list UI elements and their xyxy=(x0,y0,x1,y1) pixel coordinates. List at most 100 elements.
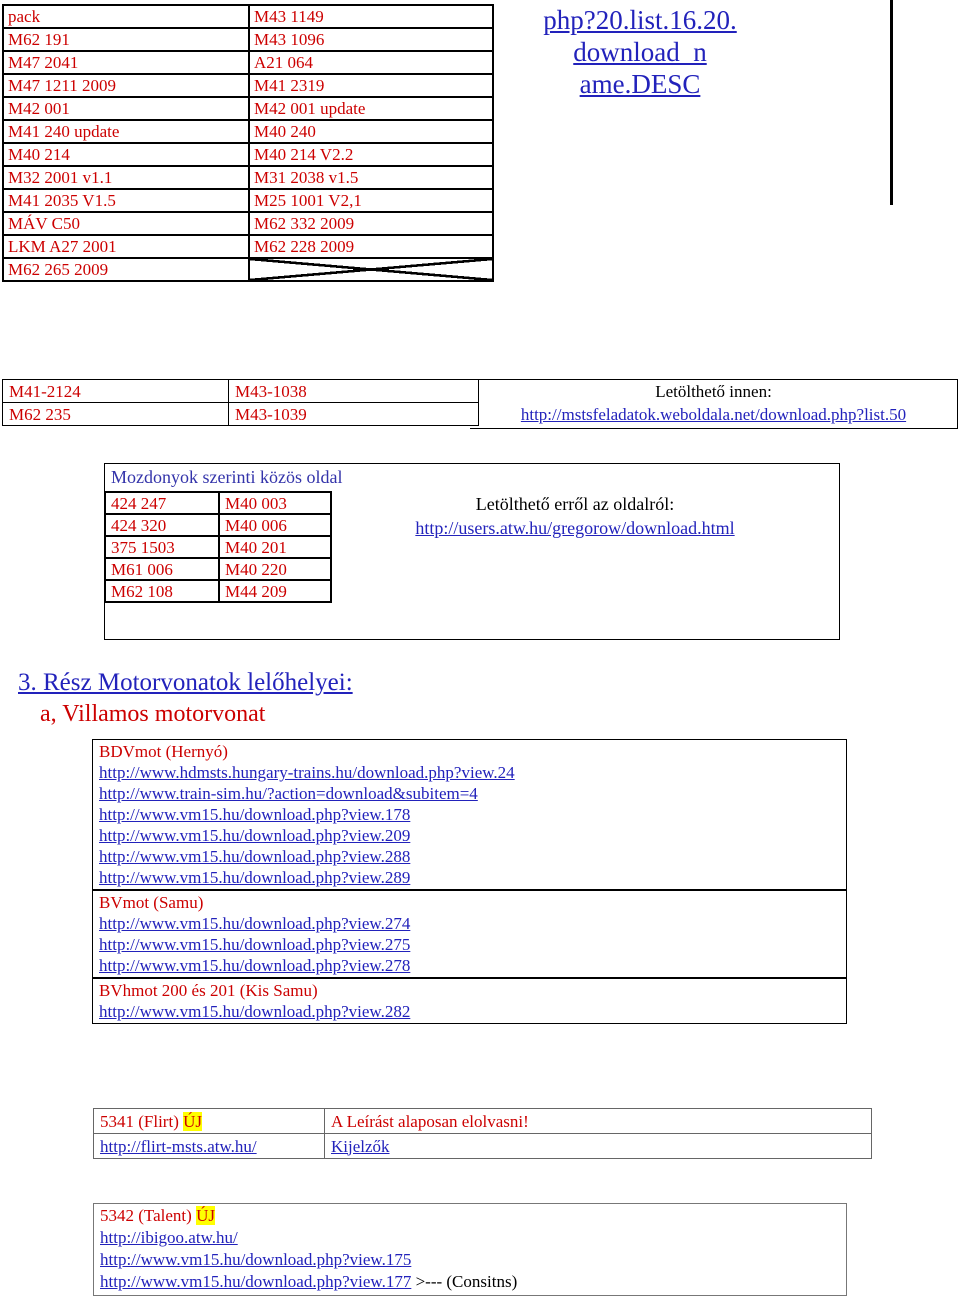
mozdonyok-download-label: Letölthető erről az oldalról: xyxy=(475,494,675,514)
download-link[interactable]: http://www.vm15.hu/download.php?view.278 xyxy=(99,956,410,975)
url-group: BVhmot 200 és 201 (Kis Samu) http://www.v… xyxy=(93,979,846,1023)
pack-cell-left: M62 235 xyxy=(2,402,229,426)
pack-cell-left: pack xyxy=(2,4,250,29)
php-download-link[interactable]: php?20.list.16.20. download_n ame.DESC xyxy=(543,5,737,99)
table-row: M47 2041 A21 064 xyxy=(2,50,494,75)
mstsfeladatok-download-link[interactable]: http://mstsfeladatok.weboldala.net/downl… xyxy=(470,403,957,426)
talent-name-row: 5342 (Talent) ÚJ xyxy=(100,1205,846,1227)
mozdonyok-title: Mozdonyok szerinti közös oldal xyxy=(111,467,343,487)
download-link[interactable]: http://www.vm15.hu/download.php?view.282 xyxy=(99,1002,410,1021)
mozdonyok-download-cell: Letölthető erről az oldalról: http://use… xyxy=(320,492,830,540)
pack-cell-left: M32 2001 v1.1 xyxy=(2,165,250,190)
pack-cell-left: M47 1211 2009 xyxy=(2,73,250,98)
url-line: http://www.vm15.hu/download.php?view.288 xyxy=(99,846,846,867)
mozdony-cell-left: 375 1503 xyxy=(104,535,220,559)
pack-list-body: pack M43 1149 M62 191 M43 1096 M47 2041 A21 0… xyxy=(2,4,494,282)
url-line: http://www.hdmsts.hungary-trains.hu/down… xyxy=(99,762,846,783)
mozdony-cell-right: M40 201 xyxy=(218,535,332,559)
table-row: M40 214 M40 214 V2.2 xyxy=(2,142,494,167)
vertical-divider-rule xyxy=(890,0,893,205)
php-link-line3: ame.DESC xyxy=(579,69,701,99)
pack-cell-left: M40 214 xyxy=(2,142,250,167)
pack-cell-right: M62 332 2009 xyxy=(248,211,494,236)
talent-box: 5342 (Talent) ÚJ http://ibigoo.atw.hu/ h… xyxy=(93,1203,847,1296)
kijelzok-link[interactable]: Kijelzők xyxy=(331,1137,390,1156)
pack-cell-right: M43-1039 xyxy=(228,402,479,426)
flirt-name: 5341 (Flirt) xyxy=(100,1111,184,1131)
pack-cell-right-crossed xyxy=(248,257,494,282)
table-row: 5341 (Flirt) ÚJ A Leírást alaposan elolv… xyxy=(93,1108,872,1134)
download-link[interactable]: http://www.vm15.hu/download.php?view.178 xyxy=(99,805,410,824)
url-line: http://www.vm15.hu/download.php?view.274 xyxy=(99,913,846,934)
download-source-label: Letölthető innen: xyxy=(655,382,772,401)
table-row: http://flirt-msts.atw.hu/ Kijelzők xyxy=(93,1133,872,1159)
table-row: 375 1503 M40 201 xyxy=(104,535,332,559)
table-row: LKM A27 2001 M62 228 2009 xyxy=(2,234,494,259)
mozdonyok-table: 424 247 M40 003 424 320 M40 006 375 1503 M40 … xyxy=(104,491,332,603)
table-row: M47 1211 2009 M41 2319 xyxy=(2,73,494,98)
mozdony-cell-right: M40 006 xyxy=(218,513,332,537)
talent-link-row-1: http://ibigoo.atw.hu/ xyxy=(100,1227,846,1249)
download-link[interactable]: http://www.vm15.hu/download.php?view.289 xyxy=(99,868,410,887)
pack-cell-left: M62 265 2009 xyxy=(2,257,250,282)
mozdonyok-body: 424 247 M40 003 424 320 M40 006 375 1503 M40 … xyxy=(104,491,332,603)
pack-list-table: pack M43 1149 M62 191 M43 1096 M47 2041 A21 0… xyxy=(2,4,494,282)
url-line: http://www.vm15.hu/download.php?view.278 xyxy=(99,955,846,976)
download-link[interactable]: http://www.vm15.hu/download.php?view.274 xyxy=(99,914,410,933)
pack-cell-right: M25 1001 V2,1 xyxy=(248,188,494,213)
php-download-link-block: php?20.list.16.20. download_n ame.DESC xyxy=(500,4,780,100)
table-row: M41-2124 M43-1038 xyxy=(2,379,479,403)
php-link-line1: php?20.list.16.20. xyxy=(543,5,737,35)
url-line: http://www.train-sim.hu/?action=download… xyxy=(99,783,846,804)
url-line: http://www.vm15.hu/download.php?view.289 xyxy=(99,867,846,888)
php-link-line2: download_n xyxy=(573,37,707,67)
flirt-note: A Leírást alaposan elolvasni! xyxy=(331,1111,529,1131)
url-line: http://www.vm15.hu/download.php?view.275 xyxy=(99,934,846,955)
url-line: http://www.vm15.hu/download.php?view.209 xyxy=(99,825,846,846)
table-row: M62 265 2009 xyxy=(2,257,494,282)
url-group: BDVmot (Hernyó) http://www.hdmsts.hungary… xyxy=(93,740,846,891)
gregorow-download-link[interactable]: http://users.atw.hu/gregorow/download.ht… xyxy=(415,518,734,538)
pack-cell-right: M43 1096 xyxy=(248,27,494,52)
table-row: M61 006 M40 220 xyxy=(104,557,332,581)
download-link[interactable]: http://www.vm15.hu/download.php?view.288 xyxy=(99,847,410,866)
table-row: M32 2001 v1.1 M31 2038 v1.5 xyxy=(2,165,494,190)
table-row: M62 235 M43-1039 xyxy=(2,402,479,426)
talent-link-trailer: >--- (Consitns) xyxy=(411,1272,518,1291)
flirt-new-badge: ÚJ xyxy=(183,1111,203,1131)
url-group-title: BDVmot (Hernyó) xyxy=(99,742,228,761)
download-link[interactable]: http://www.vm15.hu/download.php?view.275 xyxy=(99,935,410,954)
pack-cell-left: MÁV C50 xyxy=(2,211,250,236)
talent-name: 5342 (Talent) xyxy=(100,1206,197,1225)
download-link[interactable]: http://www.vm15.hu/download.php?view.209 xyxy=(99,826,410,845)
pack-cell-left: M42 001 xyxy=(2,96,250,121)
url-group: BVmot (Samu) http://www.vm15.hu/download.… xyxy=(93,891,846,979)
flirt-msts-link[interactable]: http://flirt-msts.atw.hu/ xyxy=(100,1137,257,1156)
table-row: 424 247 M40 003 xyxy=(104,491,332,515)
download-link[interactable]: http://www.hdmsts.hungary-trains.hu/down… xyxy=(99,763,515,782)
pack-cell-right: M62 228 2009 xyxy=(248,234,494,259)
table-row: M62 108 M44 209 xyxy=(104,579,332,603)
motorvonat-url-box: BDVmot (Hernyó) http://www.hdmsts.hungary… xyxy=(92,739,847,1024)
flirt-table: 5341 (Flirt) ÚJ A Leírást alaposan elolv… xyxy=(93,1108,872,1159)
vm15-view175-link[interactable]: http://www.vm15.hu/download.php?view.175 xyxy=(100,1250,411,1269)
pack-cell-left: M62 191 xyxy=(2,27,250,52)
vm15-view177-link[interactable]: http://www.vm15.hu/download.php?view.177 xyxy=(100,1272,411,1291)
talent-link-row-3: http://www.vm15.hu/download.php?view.177… xyxy=(100,1271,846,1293)
pack-cell-left: M41-2124 xyxy=(2,379,229,403)
pack-cell-right: M31 2038 v1.5 xyxy=(248,165,494,190)
mozdony-cell-left: 424 320 xyxy=(104,513,220,537)
pack-cell-right: A21 064 xyxy=(248,50,494,75)
ibigoo-link[interactable]: http://ibigoo.atw.hu/ xyxy=(100,1228,238,1247)
table-row: M62 191 M43 1096 xyxy=(2,27,494,52)
flirt-name-cell: 5341 (Flirt) ÚJ xyxy=(93,1108,325,1134)
mozdony-cell-left: M61 006 xyxy=(104,557,220,581)
download-link[interactable]: http://www.train-sim.hu/?action=download… xyxy=(99,784,478,803)
table-row: M41 240 update M40 240 xyxy=(2,119,494,144)
pack-cell-left: M41 2035 V1.5 xyxy=(2,188,250,213)
table-row: MÁV C50 M62 332 2009 xyxy=(2,211,494,236)
pack-cell-right: M42 001 update xyxy=(248,96,494,121)
pack-cell-right: M40 214 V2.2 xyxy=(248,142,494,167)
pack-cell-right: M40 240 xyxy=(248,119,494,144)
url-line: http://www.vm15.hu/download.php?view.282 xyxy=(99,1001,846,1022)
